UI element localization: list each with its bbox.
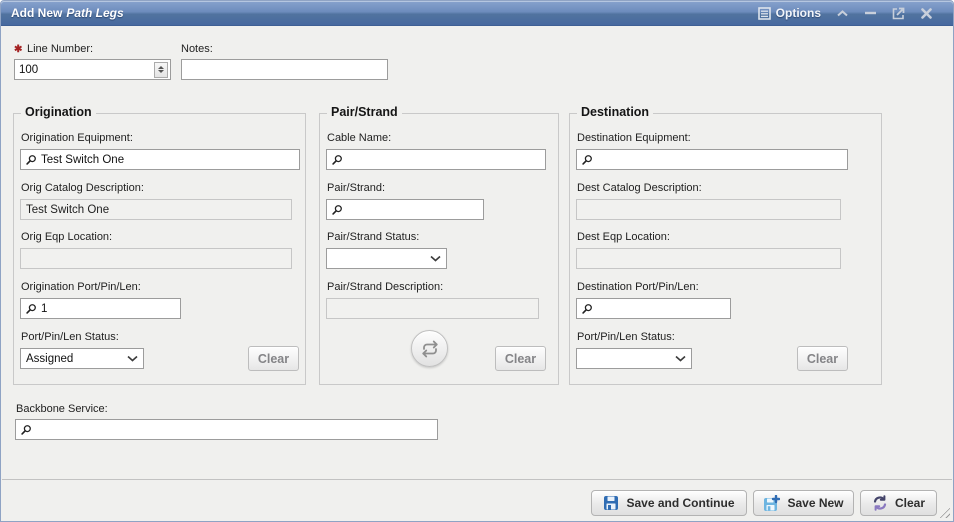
orig-catalog-description-label: Orig Catalog Description: bbox=[21, 182, 144, 194]
origination-group-title: Origination bbox=[21, 105, 96, 119]
destination-port-field[interactable] bbox=[576, 298, 731, 319]
dest-eqp-location-field bbox=[576, 248, 841, 269]
window-title-emphasis: Path Legs bbox=[66, 6, 123, 20]
minus-icon bbox=[865, 11, 876, 15]
search-icon bbox=[20, 424, 32, 436]
save-and-continue-label: Save and Continue bbox=[626, 496, 734, 510]
titlebar[interactable]: Add New Path Legs Options bbox=[1, 1, 953, 26]
origination-status-value: Assigned bbox=[26, 353, 127, 365]
origination-clear-button[interactable]: Clear bbox=[248, 346, 299, 371]
footer-clear-button[interactable]: Clear bbox=[860, 490, 937, 516]
pair-strand-input[interactable] bbox=[347, 204, 479, 216]
pair-strand-description-field bbox=[326, 298, 539, 319]
origination-equipment-input[interactable] bbox=[41, 154, 295, 166]
maximize-button[interactable] bbox=[891, 6, 905, 20]
options-button[interactable]: Options bbox=[758, 6, 821, 20]
notes-input[interactable] bbox=[182, 61, 387, 80]
origination-status-dropdown[interactable]: Assigned bbox=[20, 348, 144, 369]
destination-status-dropdown[interactable] bbox=[576, 348, 692, 369]
popout-arrow-icon bbox=[892, 7, 905, 20]
origination-port-field[interactable] bbox=[20, 298, 181, 319]
cable-name-input[interactable] bbox=[347, 154, 541, 166]
save-and-continue-button[interactable]: Save and Continue bbox=[591, 490, 747, 516]
destination-clear-button[interactable]: Clear bbox=[797, 346, 848, 371]
save-icon bbox=[603, 495, 619, 511]
cable-name-label: Cable Name: bbox=[327, 132, 391, 144]
destination-group-title: Destination bbox=[577, 105, 653, 119]
chevron-down-icon bbox=[675, 355, 686, 362]
line-number-field[interactable] bbox=[14, 59, 171, 80]
close-button[interactable] bbox=[919, 6, 933, 20]
spinner-up-icon bbox=[158, 66, 164, 69]
close-icon bbox=[921, 8, 932, 19]
origination-port-label: Origination Port/Pin/Len: bbox=[21, 281, 141, 293]
backbone-service-input[interactable] bbox=[36, 424, 433, 436]
origination-status-label: Port/Pin/Len Status: bbox=[21, 331, 119, 343]
search-icon bbox=[331, 204, 343, 216]
repeat-arrows-icon bbox=[421, 340, 439, 358]
dest-catalog-description-label: Dest Catalog Description: bbox=[577, 182, 702, 194]
destination-equipment-label: Destination Equipment: bbox=[577, 132, 691, 144]
sync-arrows-icon bbox=[872, 495, 888, 511]
save-new-label: Save New bbox=[787, 496, 843, 510]
orig-eqp-location-field bbox=[20, 248, 292, 269]
backbone-service-label: Backbone Service: bbox=[16, 403, 108, 415]
destination-equipment-field[interactable] bbox=[576, 149, 848, 170]
cable-name-field[interactable] bbox=[326, 149, 546, 170]
origination-port-input[interactable] bbox=[41, 303, 176, 315]
options-icon bbox=[758, 7, 771, 20]
footer-clear-label: Clear bbox=[895, 496, 925, 510]
pair-strand-label: Pair/Strand: bbox=[327, 182, 385, 194]
dest-catalog-description-field bbox=[576, 199, 841, 220]
dest-eqp-location-label: Dest Eqp Location: bbox=[577, 231, 670, 243]
minimize-button[interactable] bbox=[863, 6, 877, 20]
pair-strand-description-label: Pair/Strand Description: bbox=[327, 281, 443, 293]
search-icon bbox=[25, 303, 37, 315]
line-number-label: Line Number: bbox=[27, 43, 93, 55]
resize-grip[interactable] bbox=[937, 505, 950, 518]
search-icon bbox=[25, 154, 37, 166]
pair-swap-button[interactable] bbox=[411, 330, 448, 367]
notes-label: Notes: bbox=[181, 43, 213, 55]
pair-strand-clear-button[interactable]: Clear bbox=[495, 346, 546, 371]
search-icon bbox=[331, 154, 343, 166]
search-icon bbox=[581, 154, 593, 166]
search-icon bbox=[581, 303, 593, 315]
chevron-down-icon bbox=[127, 355, 138, 362]
destination-status-label: Port/Pin/Len Status: bbox=[577, 331, 675, 343]
options-label: Options bbox=[776, 6, 821, 20]
pair-strand-status-label: Pair/Strand Status: bbox=[327, 231, 419, 243]
window-title: Add New Path Legs bbox=[11, 6, 124, 20]
pair-strand-status-dropdown[interactable] bbox=[326, 248, 447, 269]
titlebar-controls: Options bbox=[758, 6, 953, 20]
save-plus-icon bbox=[763, 495, 780, 512]
destination-equipment-input[interactable] bbox=[597, 154, 843, 166]
destination-port-label: Destination Port/Pin/Len: bbox=[577, 281, 699, 293]
origination-equipment-field[interactable] bbox=[20, 149, 300, 170]
spinner-down-icon bbox=[158, 70, 164, 73]
line-number-input[interactable] bbox=[15, 60, 154, 79]
collapse-button[interactable] bbox=[835, 6, 849, 20]
required-marker: ✱ bbox=[14, 44, 22, 55]
notes-field[interactable] bbox=[181, 59, 388, 80]
add-new-path-legs-window: Add New Path Legs Options bbox=[0, 0, 954, 522]
line-number-spinner[interactable] bbox=[154, 62, 168, 78]
window-title-prefix: Add New bbox=[11, 6, 62, 20]
footer-divider bbox=[2, 479, 952, 480]
orig-eqp-location-label: Orig Eqp Location: bbox=[21, 231, 112, 243]
save-new-button[interactable]: Save New bbox=[753, 490, 854, 516]
pair-strand-group-title: Pair/Strand bbox=[327, 105, 402, 119]
chevron-up-icon bbox=[837, 10, 848, 17]
origination-equipment-label: Origination Equipment: bbox=[21, 132, 133, 144]
pair-strand-field[interactable] bbox=[326, 199, 484, 220]
backbone-service-field[interactable] bbox=[15, 419, 438, 440]
chevron-down-icon bbox=[430, 255, 441, 262]
orig-catalog-description-field: Test Switch One bbox=[20, 199, 292, 220]
destination-port-input[interactable] bbox=[597, 303, 726, 315]
